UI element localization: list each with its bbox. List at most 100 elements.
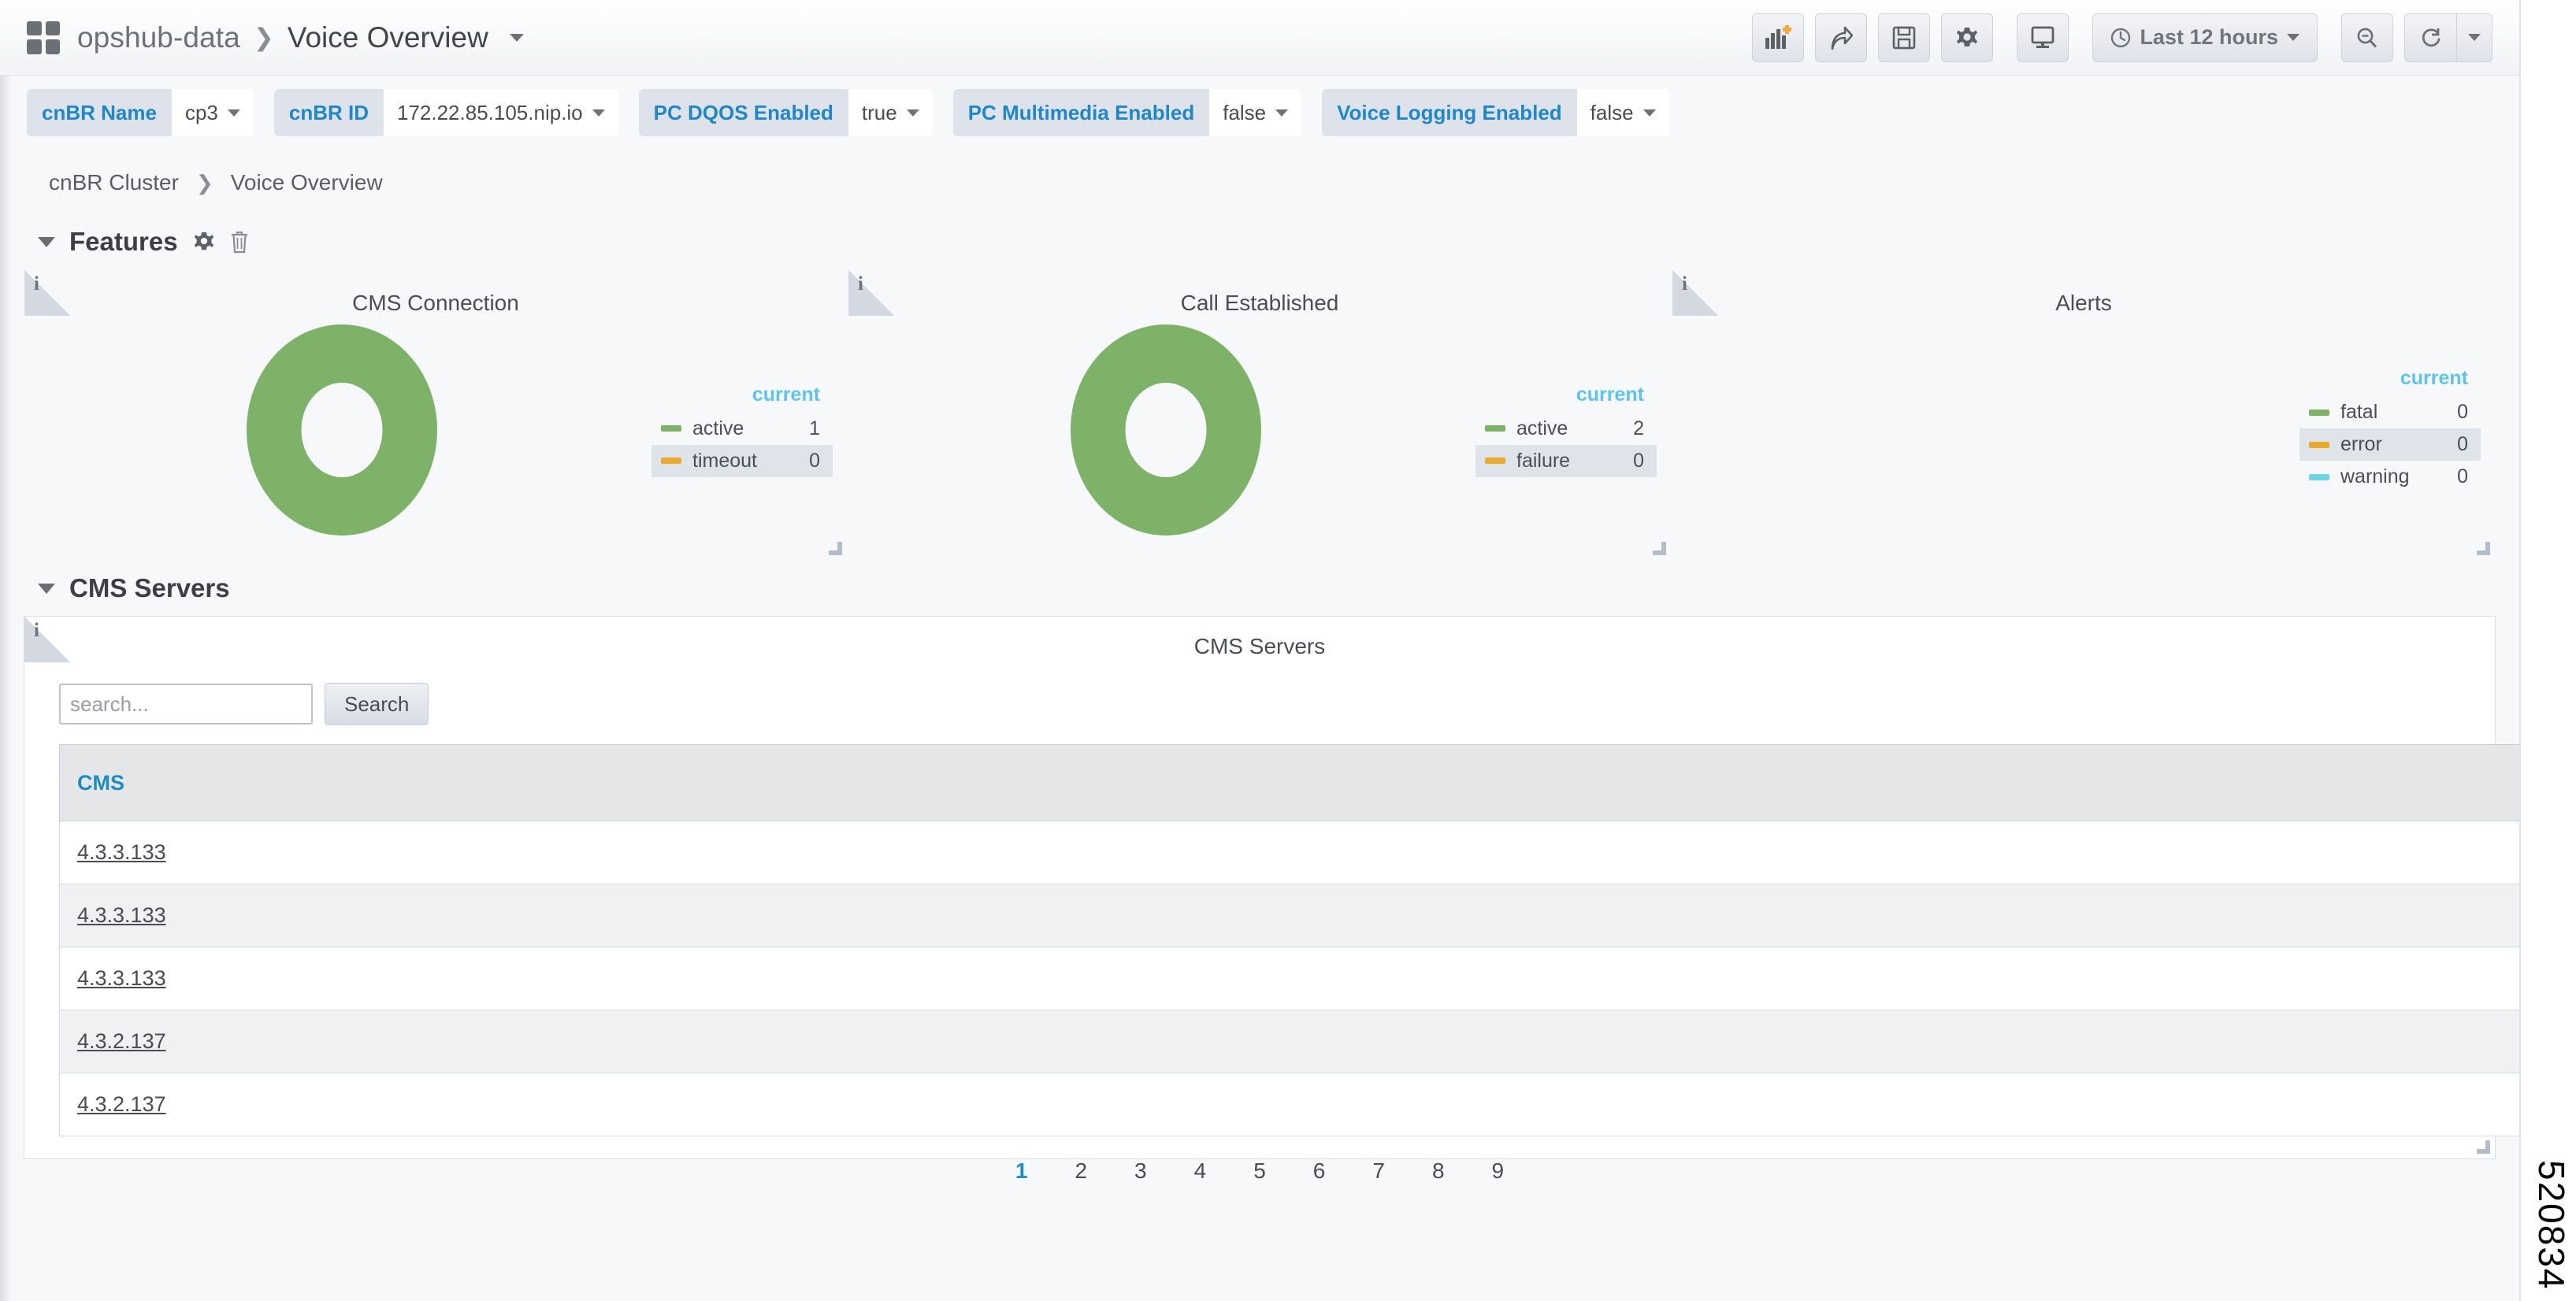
cms-servers-table: CMS Port State Keepalive Client Type 4.3… <box>59 744 2519 1136</box>
page-9[interactable]: 9 <box>1468 1158 1528 1184</box>
legend-value: 0 <box>1633 449 1644 472</box>
search-button[interactable]: Search <box>325 683 429 725</box>
legend-label: fatal <box>2340 401 2378 423</box>
table-row[interactable]: 4.3.3.133 61798 connected 10 32776 <box>59 821 2519 884</box>
panel-title: CMS Servers <box>1193 634 1326 658</box>
table-row[interactable]: 4.3.3.133 35362 connected 10 32776 <box>59 884 2519 947</box>
panel-alerts: i Alerts current fatal 0 error 0 warning… <box>1672 269 2496 561</box>
row-title-cms-servers: CMS Servers <box>69 573 230 602</box>
panel-cms-connection: i CMS Connection current active 1 timeou… <box>24 269 848 561</box>
panel-resize-handle[interactable] <box>829 542 842 555</box>
panel-resize-handle[interactable] <box>2477 542 2490 555</box>
table-header-row: CMS Port State Keepalive Client Type <box>59 744 2519 821</box>
dashboard-settings-button[interactable] <box>1941 13 1994 62</box>
chevron-down-icon[interactable] <box>38 583 55 594</box>
save-dashboard-button[interactable] <box>1878 13 1931 62</box>
legend-swatch-icon <box>1485 425 1505 432</box>
cms-link[interactable]: 4.3.2.137 <box>77 1029 166 1053</box>
page-3[interactable]: 3 <box>1111 1158 1171 1184</box>
chevron-down-icon[interactable] <box>38 236 55 247</box>
legend-value: 2 <box>1633 417 1644 439</box>
legend-item-timeout[interactable]: timeout 0 <box>651 444 833 477</box>
page-1[interactable]: 1 <box>992 1158 1052 1184</box>
toolbar-actions: Last 12 hours <box>1741 13 2492 62</box>
top-navbar: opshub-data ❯ Voice Overview Last 12 hou… <box>0 0 2519 76</box>
legend-header: current <box>2400 367 2468 389</box>
cms-link[interactable]: 4.3.3.133 <box>77 903 166 927</box>
legend-item-fatal[interactable]: fatal 0 <box>2299 396 2481 428</box>
refresh-button[interactable] <box>2404 13 2456 62</box>
panel-cms-servers-table: i CMS Servers Search CMS Port State Keep… <box>24 616 2519 1183</box>
cms-link[interactable]: 4.3.2.137 <box>77 1092 166 1116</box>
brand-breadcrumb: opshub-data ❯ Voice Overview <box>27 20 524 54</box>
dashboard-chevron-down-icon[interactable] <box>509 33 524 42</box>
donut-slice-active <box>247 324 437 536</box>
page-8[interactable]: 8 <box>1409 1158 1468 1184</box>
chevron-down-icon <box>906 109 919 117</box>
page-2[interactable]: 2 <box>1051 1158 1111 1184</box>
info-icon[interactable]: i <box>24 617 70 662</box>
zoom-out-button[interactable] <box>2341 13 2393 62</box>
tv-mode-button[interactable] <box>2017 13 2069 62</box>
refresh-interval-button[interactable] <box>2456 13 2492 62</box>
legend-value: 0 <box>809 449 820 472</box>
chevron-down-icon <box>592 109 605 117</box>
legend-swatch-icon <box>2309 409 2329 416</box>
share-dashboard-button[interactable] <box>1815 13 1868 62</box>
breadcrumb-dashboard[interactable]: Voice Overview <box>288 21 488 54</box>
donut-chart-call-established[interactable] <box>856 324 1475 536</box>
donut-slice-active <box>1071 324 1261 536</box>
donut-chart-cms-connection[interactable] <box>32 324 651 536</box>
page-4[interactable]: 4 <box>1171 1158 1230 1184</box>
info-icon[interactable]: i <box>24 270 70 316</box>
cms-link[interactable]: 4.3.3.133 <box>77 966 166 990</box>
variable-cnbr-name-dropdown[interactable]: cp3 <box>171 89 254 136</box>
info-icon[interactable]: i <box>848 270 894 316</box>
table-row[interactable]: 4.3.2.137 58960 connected 10 32776 <box>59 1073 2519 1136</box>
legend-item-active[interactable]: active 2 <box>1475 413 1657 445</box>
legend: current fatal 0 error 0 warning 0 <box>2299 367 2481 493</box>
breadcrumb-parent-link[interactable]: cnBR Cluster <box>49 170 179 195</box>
table-row[interactable]: 4.3.3.133 35686 connected 10 32776 <box>59 947 2519 1010</box>
row-delete-trash-icon[interactable] <box>230 230 249 254</box>
variable-pc-dqos-dropdown[interactable]: true <box>848 89 933 136</box>
legend-item-failure[interactable]: failure 0 <box>1475 444 1657 477</box>
row-header-features[interactable]: Features <box>0 214 2519 269</box>
variable-pc-multimedia-dropdown[interactable]: false <box>1209 89 1302 136</box>
info-icon[interactable]: i <box>1672 270 1718 316</box>
variable-label: cnBR ID <box>288 100 369 124</box>
zoom-out-icon <box>2357 28 2377 48</box>
breadcrumb-org[interactable]: opshub-data <box>77 21 240 54</box>
row-header-cms-servers[interactable]: CMS Servers <box>0 561 2519 616</box>
search-input[interactable] <box>59 684 313 725</box>
legend-value: 0 <box>2457 401 2468 423</box>
variable-voice-logging-dropdown[interactable]: false <box>1576 89 1669 136</box>
cms-link[interactable]: 4.3.3.133 <box>77 840 166 864</box>
dashboard-breadcrumb: cnBR Cluster ❯ Voice Overview <box>0 151 2519 214</box>
table-row[interactable]: 4.3.2.137 63414 connected 10 32776 <box>59 1010 2519 1073</box>
grid-icon[interactable] <box>27 20 60 54</box>
panel-resize-handle[interactable] <box>1653 542 1666 555</box>
page-5[interactable]: 5 <box>1230 1158 1290 1184</box>
variable-cnbr-id-dropdown[interactable]: 172.22.85.105.nip.io <box>383 89 618 136</box>
legend-label: active <box>692 417 744 439</box>
document-number: 520834 <box>2531 1159 2572 1291</box>
chevron-down-icon <box>1275 109 1289 117</box>
legend-label: warning <box>2340 465 2410 487</box>
cell-cms: 4.3.3.133 <box>59 947 2519 1010</box>
row-settings-gear-icon[interactable] <box>192 230 216 254</box>
panel-body: current active 2 failure 0 <box>848 316 1671 544</box>
panel-resize-handle[interactable] <box>2477 1140 2490 1154</box>
column-header-cms[interactable]: CMS <box>59 744 2519 821</box>
legend-swatch-icon <box>1485 458 1505 464</box>
table-search-bar: Search <box>24 659 2495 725</box>
legend-item-error[interactable]: error 0 <box>2299 428 2481 461</box>
legend-item-warning[interactable]: warning 0 <box>2299 461 2481 493</box>
time-range-picker[interactable]: Last 12 hours <box>2092 13 2318 62</box>
page-7[interactable]: 7 <box>1349 1158 1409 1184</box>
legend-label: error <box>2340 433 2382 455</box>
page-6[interactable]: 6 <box>1290 1158 1349 1184</box>
legend-item-active[interactable]: active 1 <box>651 413 833 445</box>
add-panel-button[interactable] <box>1752 13 1805 62</box>
template-variables-bar: cnBR Name cp3 cnBR ID 172.22.85.105.nip.… <box>0 76 2519 151</box>
